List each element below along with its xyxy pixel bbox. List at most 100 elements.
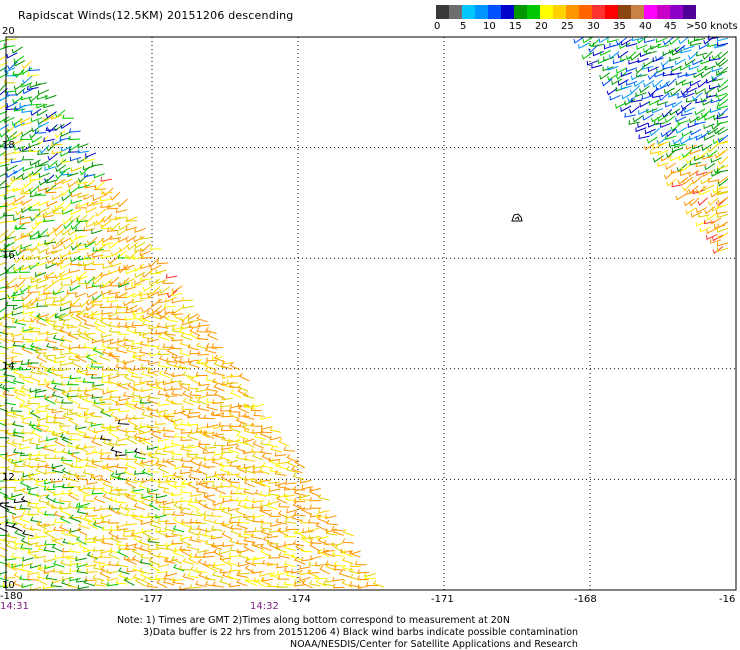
- wind-barb: [116, 541, 128, 547]
- wind-barb: [251, 559, 264, 565]
- wind-barb: [67, 331, 79, 340]
- wind-barb: [38, 313, 50, 319]
- wind-barb: [35, 318, 47, 327]
- wind-barb: [299, 564, 311, 570]
- wind-barb: [0, 185, 10, 189]
- wind-barb: [139, 276, 152, 281]
- wind-barb: [42, 584, 55, 590]
- wind-barb: [253, 411, 265, 417]
- wind-barb: [75, 354, 87, 363]
- wind-barb: [260, 448, 272, 455]
- wind-barb: [626, 67, 638, 73]
- wind-barb: [195, 394, 207, 399]
- wind-barb: [116, 228, 128, 237]
- wind-barb: [85, 370, 98, 376]
- wind-barb: [133, 352, 146, 358]
- wind-barb: [171, 417, 183, 423]
- wind-barb: [45, 94, 57, 100]
- wind-barb: [124, 431, 137, 439]
- wind-barb: [38, 255, 50, 261]
- wind-barb: [140, 363, 153, 370]
- wind-barb: [203, 532, 216, 538]
- wind-barb: [138, 482, 151, 491]
- wind-barb: [69, 567, 81, 573]
- wind-barb: [690, 211, 703, 218]
- wind-barb: [611, 78, 623, 86]
- wind-barb: [198, 381, 210, 387]
- wind-barb: [85, 221, 97, 228]
- wind-barb: [131, 345, 143, 350]
- wind-barb: [179, 349, 191, 357]
- wind-barb: [195, 487, 208, 494]
- wind-barb: [59, 507, 72, 516]
- wind-barb: [45, 426, 58, 434]
- wind-barb: [94, 434, 106, 440]
- wind-barb: [157, 517, 170, 522]
- wind-barb: [196, 480, 208, 486]
- wind-barb: [269, 426, 282, 433]
- wind-barb: [620, 85, 632, 90]
- wind-barb: [11, 492, 23, 498]
- wind-barb: [53, 358, 66, 364]
- wind-barb: [124, 285, 137, 291]
- wind-barb: [671, 147, 683, 153]
- wind-barb: [179, 585, 191, 591]
- wind-barb: [268, 487, 281, 493]
- wind-barb: [12, 138, 24, 146]
- wind-barb: [258, 467, 271, 475]
- wind-barb: [2, 384, 15, 390]
- wind-barb: [681, 102, 692, 110]
- wind-barb: [710, 239, 722, 244]
- wind-barb: [5, 354, 18, 360]
- wind-barb: [22, 166, 34, 172]
- wind-barb: [708, 84, 721, 90]
- wind-barb: [43, 103, 55, 109]
- wind-barb: [155, 269, 167, 274]
- wind-barb: [657, 114, 669, 122]
- wind-barb: [244, 528, 256, 533]
- wind-barb: [172, 372, 184, 378]
- wind-barb: [45, 486, 57, 496]
- wind-barb: [170, 344, 183, 350]
- wind-barb: [92, 574, 105, 581]
- wind-barb: [682, 80, 694, 86]
- wind-barb: [236, 432, 248, 440]
- wind-barb: [259, 572, 271, 577]
- wind-barb: [197, 558, 209, 568]
- wind-barb: [0, 62, 8, 67]
- wind-barb: [125, 556, 137, 566]
- wind-barb: [238, 373, 250, 382]
- wind-barb: [69, 514, 81, 523]
- wind-barb: [82, 496, 95, 502]
- wind-barb: [139, 235, 152, 240]
- wind-barb: [38, 403, 51, 409]
- wind-barb: [677, 119, 689, 125]
- wind-barb: [20, 244, 32, 250]
- wind-barb: [22, 530, 34, 537]
- wind-barb: [82, 469, 95, 476]
- wind-barb: [46, 330, 58, 336]
- wind-barb: [198, 572, 210, 580]
- wind-barb: [34, 503, 47, 509]
- wind-barb: [117, 548, 129, 558]
- wind-barb: [696, 51, 708, 57]
- wind-barb: [229, 537, 241, 545]
- wind-barb: [123, 468, 135, 477]
- wind-barb: [652, 143, 664, 150]
- wind-barb: [243, 479, 255, 488]
- wind-barb: [155, 378, 167, 384]
- wind-barb: [92, 260, 104, 266]
- wind-barb: [647, 122, 659, 128]
- wind-barb: [102, 439, 114, 448]
- wind-barb: [86, 480, 98, 486]
- wind-barb: [714, 150, 726, 159]
- wind-barb: [680, 137, 691, 145]
- wind-barb: [38, 172, 50, 179]
- wind-barb: [109, 191, 121, 201]
- wind-barb: [663, 170, 675, 180]
- wind-barb: [219, 402, 232, 408]
- wind-barb: [6, 170, 18, 179]
- wind-barb: [156, 579, 168, 588]
- wind-barb: [157, 552, 170, 559]
- wind-barb: [68, 268, 81, 274]
